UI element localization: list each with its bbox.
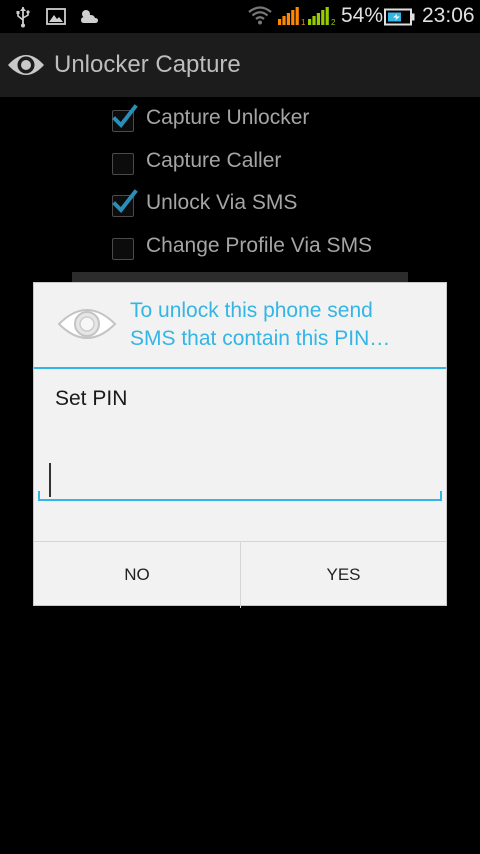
checkbox-checked[interactable] <box>112 104 138 132</box>
checkbox-checked[interactable] <box>112 189 138 217</box>
clock: 23:06 <box>422 4 475 27</box>
checkmark-icon <box>112 104 138 129</box>
usb-icon <box>16 7 30 28</box>
list-panel-edge <box>72 272 408 282</box>
app-title: Unlocker Capture <box>54 51 241 78</box>
svg-text:2: 2 <box>331 18 336 26</box>
pin-input[interactable] <box>38 459 442 501</box>
status-bar: 1 2 54% 23:06 <box>0 0 480 33</box>
setting-capture-unlocker[interactable]: Capture Unlocker <box>112 102 442 142</box>
signal-sim1-icon: 1 <box>278 7 306 26</box>
setting-change-profile-via-sms[interactable]: Change Profile Via SMS <box>112 230 442 270</box>
checkmark-icon <box>112 189 138 214</box>
setting-label: Change Profile Via SMS <box>146 234 373 257</box>
setting-label: Capture Caller <box>146 149 282 172</box>
action-bar: Unlocker Capture <box>0 33 480 97</box>
setting-capture-caller[interactable]: Capture Caller <box>112 145 442 185</box>
set-pin-dialog: To unlock this phone send SMS that conta… <box>33 282 447 608</box>
setting-label: Unlock Via SMS <box>146 191 298 214</box>
battery-charging-icon <box>384 8 415 26</box>
signal-sim2-icon: 2 <box>308 7 336 26</box>
svg-text:1: 1 <box>301 18 306 26</box>
dialog-title-line-2: SMS that contain this PIN… <box>130 327 391 350</box>
pin-input-right-tick <box>440 491 442 501</box>
checkbox-unchecked[interactable] <box>112 238 134 260</box>
dialog-button-bar: NO YES <box>34 541 446 608</box>
dialog-header: To unlock this phone send SMS that conta… <box>34 283 446 367</box>
setting-label: Capture Unlocker <box>146 106 310 129</box>
battery-percent: 54% <box>341 4 384 27</box>
dialog-title-divider <box>34 367 446 369</box>
pin-input-left-tick <box>38 491 40 501</box>
setting-unlock-via-sms[interactable]: Unlock Via SMS <box>112 187 442 227</box>
no-button[interactable]: NO <box>34 542 240 606</box>
eye-icon <box>57 309 117 339</box>
eye-icon[interactable] <box>6 47 46 83</box>
yes-button[interactable]: YES <box>241 542 446 606</box>
dialog-message: Set PIN <box>55 387 128 410</box>
image-icon <box>46 8 66 25</box>
wifi-icon <box>248 6 272 25</box>
checkbox-unchecked[interactable] <box>112 153 134 175</box>
weather-icon <box>81 10 98 23</box>
dialog-title: To unlock this phone send SMS that conta… <box>130 297 430 353</box>
dialog-title-line-1: To unlock this phone send <box>130 299 373 322</box>
text-cursor <box>49 463 51 497</box>
